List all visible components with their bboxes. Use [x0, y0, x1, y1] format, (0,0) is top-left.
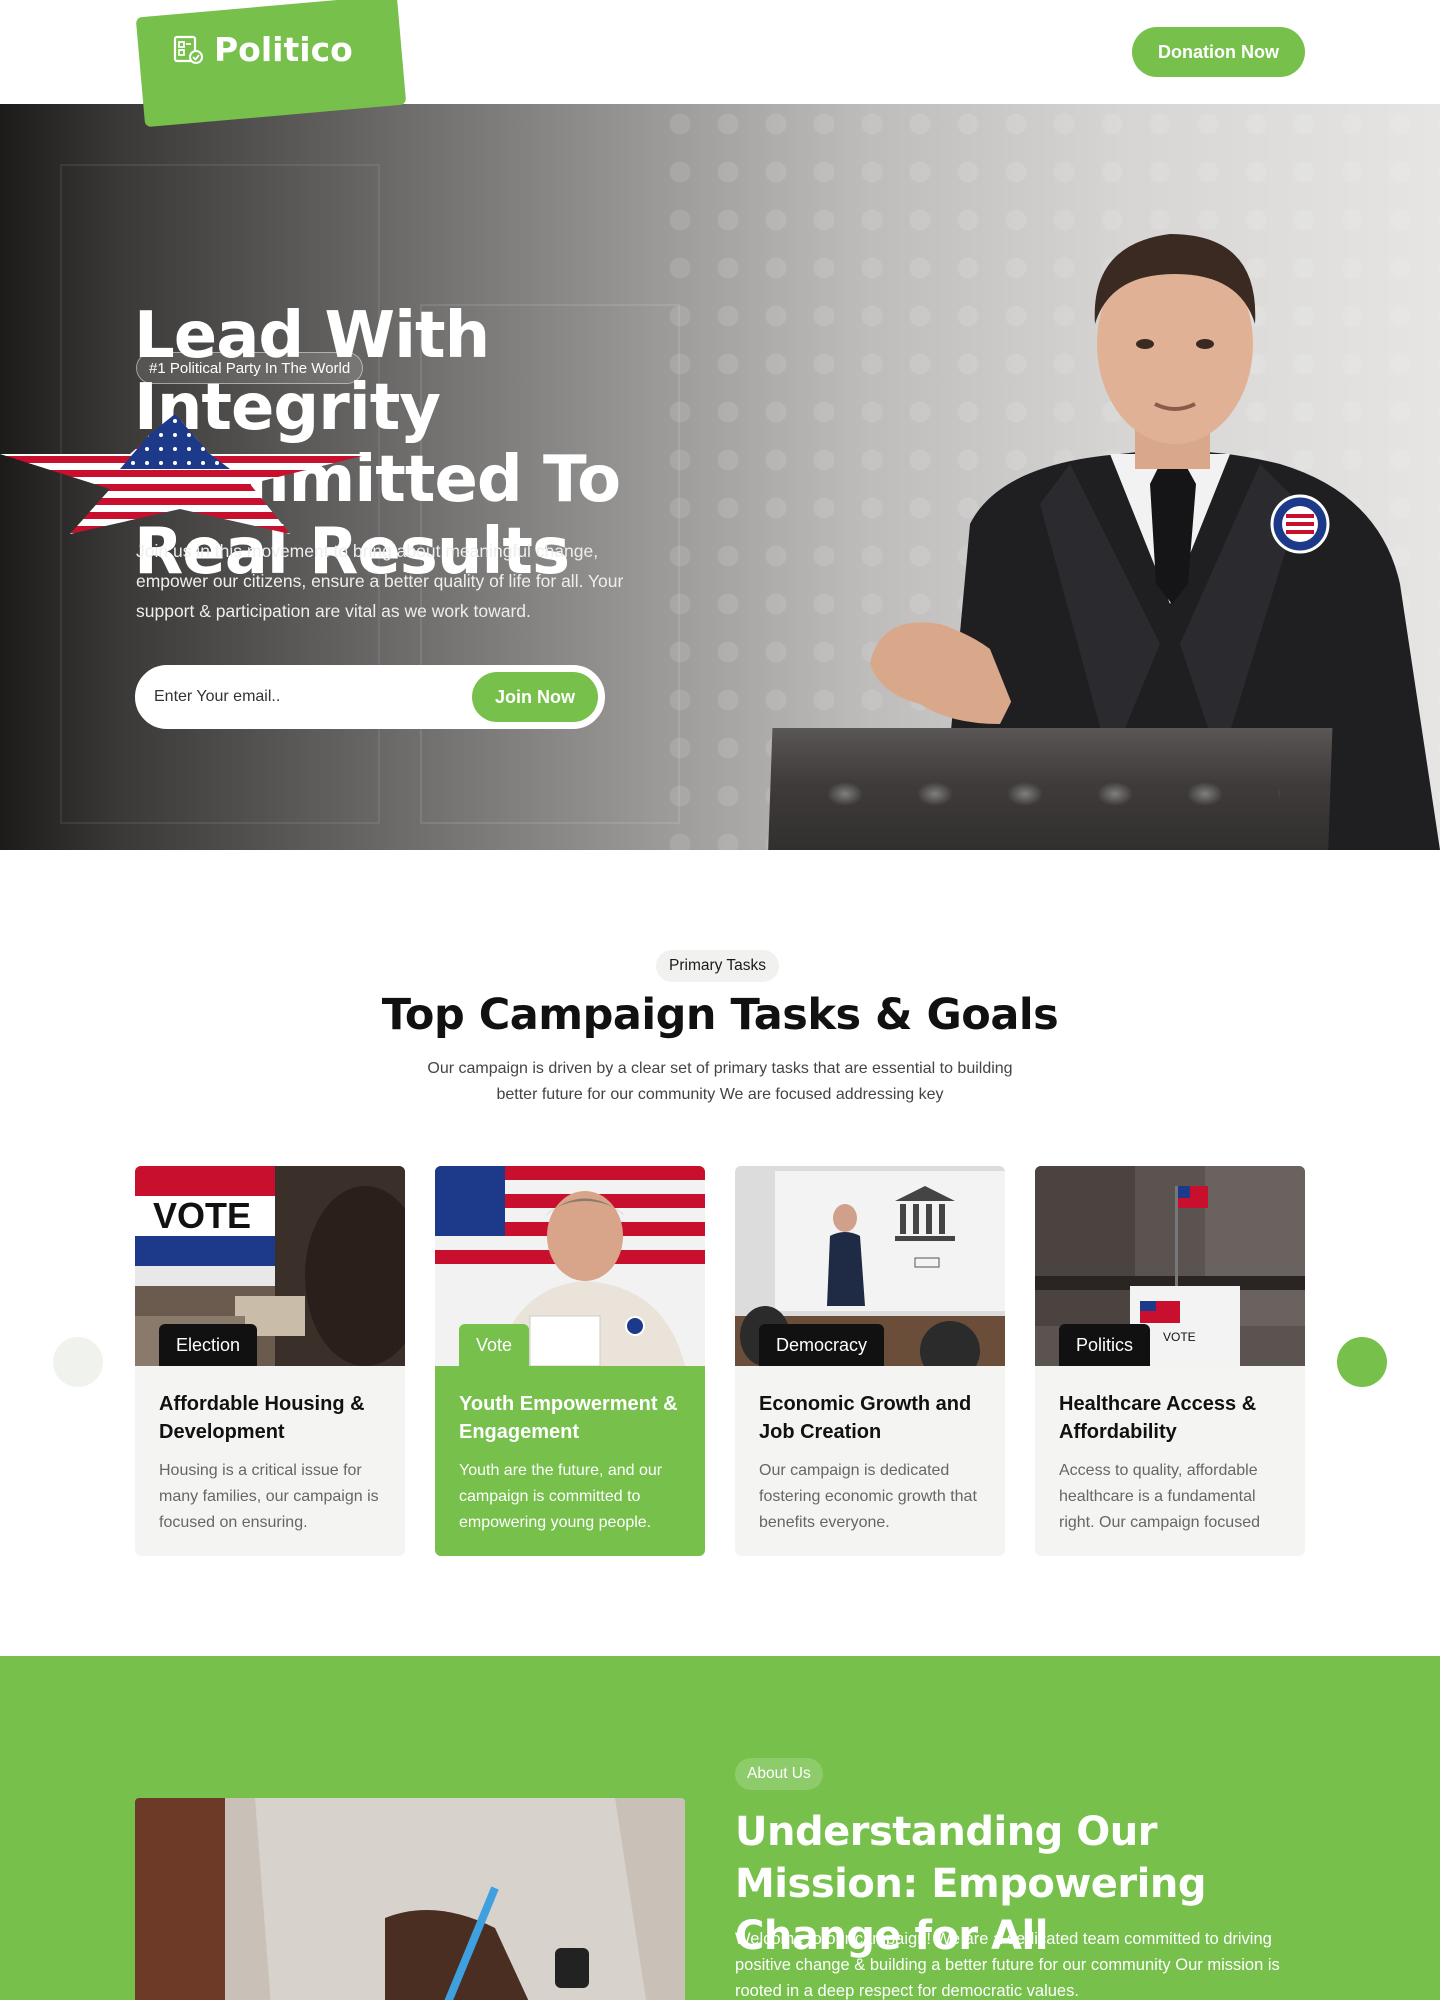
about-text: Welcome to our campaign! We are a dedica…: [735, 1930, 1280, 2000]
card-text: Housing is a critical issue for many fam…: [159, 1462, 379, 1531]
hero-description: Join us in this movement to bring about …: [136, 541, 624, 621]
card-tag: Vote: [459, 1324, 530, 1366]
section-badge: Primary Tasks: [656, 950, 780, 982]
podium-texture: [800, 764, 1280, 824]
flag-star-decoration: [0, 414, 370, 534]
card-title: Economic Growth and Job Creation: [759, 1393, 972, 1443]
svg-text:VOTE: VOTE: [1163, 1330, 1196, 1344]
about-badge: About Us: [735, 1758, 823, 1790]
card-tag: Election: [159, 1324, 258, 1366]
task-card[interactable]: Vote Youth Empowerment & Engagement Yout…: [435, 1166, 705, 1556]
card-text: Access to quality, affordable healthcare…: [1059, 1462, 1260, 1531]
join-now-button[interactable]: Join Now: [472, 672, 598, 722]
card-tag: Democracy: [759, 1324, 885, 1366]
task-card[interactable]: VOTE Politics Healthcare Access & Afford…: [1035, 1166, 1305, 1556]
ballot-icon: [173, 35, 203, 64]
card-title: Youth Empowerment & Engagement: [459, 1393, 678, 1443]
donation-button[interactable]: Donation Now: [1132, 27, 1305, 77]
card-text: Our campaign is dedicated fostering econ…: [759, 1462, 977, 1531]
card-text: Youth are the future, and our campaign i…: [459, 1462, 663, 1531]
carousel-next-button[interactable]: [1337, 1337, 1387, 1387]
section-description: Our campaign is driven by a clear set of…: [427, 1060, 1013, 1103]
carousel-prev-button[interactable]: [53, 1337, 103, 1387]
newsletter-form: Join Now: [135, 665, 605, 729]
section-title: Top Campaign Tasks & Goals: [381, 990, 1059, 1040]
svg-text:VOTE: VOTE: [153, 1195, 251, 1236]
about-section: About Us Understanding Our Mission: Empo…: [0, 1656, 1440, 2000]
card-title: Affordable Housing & Development: [159, 1393, 365, 1443]
voting-hand-photo: [135, 1798, 685, 2000]
email-input[interactable]: [138, 671, 472, 723]
task-card[interactable]: Democracy Economic Growth and Job Creati…: [735, 1166, 1005, 1556]
logo-text: Politico: [214, 30, 353, 69]
card-tag: Politics: [1059, 1324, 1151, 1366]
task-card[interactable]: VOTE Election Affordable Housing & Devel…: [135, 1166, 405, 1556]
card-title: Healthcare Access & Affordability: [1059, 1393, 1257, 1443]
logo[interactable]: Politico: [172, 30, 353, 69]
